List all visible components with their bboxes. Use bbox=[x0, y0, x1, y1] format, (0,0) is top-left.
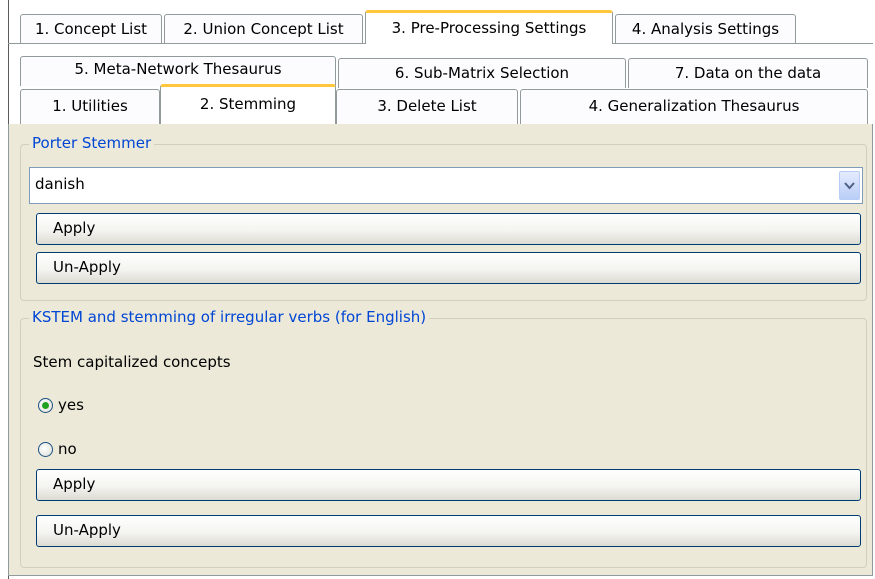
radio-checked-icon bbox=[38, 397, 53, 413]
tab-delete-list[interactable]: 3. Delete List bbox=[336, 89, 518, 124]
tab-pre-processing-settings[interactable]: 3. Pre-Processing Settings bbox=[365, 10, 613, 44]
tab-stemming[interactable]: 2. Stemming bbox=[160, 84, 336, 125]
kstem-title: KSTEM and stemming of irregular verbs (f… bbox=[29, 308, 430, 326]
chevron-down-icon[interactable] bbox=[839, 171, 860, 200]
stem-capitalized-label: Stem capitalized concepts bbox=[33, 353, 231, 371]
tab-meta-network-thesaurus[interactable]: 5. Meta-Network Thesaurus bbox=[20, 56, 336, 86]
radio-yes-label: yes bbox=[58, 396, 84, 414]
kstem-apply-button[interactable]: Apply bbox=[36, 469, 861, 501]
tab-data-on-the-data[interactable]: 7. Data on the data bbox=[628, 58, 868, 88]
radio-yes[interactable]: yes bbox=[38, 396, 84, 414]
radio-no[interactable]: no bbox=[38, 440, 77, 458]
stemming-panel: Porter Stemmer danish Apply Un-Apply KST… bbox=[8, 124, 873, 576]
language-select-value: danish bbox=[35, 175, 85, 193]
porter-apply-button[interactable]: Apply bbox=[36, 213, 861, 245]
tab-utilities[interactable]: 1. Utilities bbox=[20, 89, 160, 124]
porter-unapply-button[interactable]: Un-Apply bbox=[36, 252, 861, 284]
radio-no-label: no bbox=[58, 440, 77, 458]
radio-dot-icon bbox=[42, 401, 49, 409]
tab-concept-list[interactable]: 1. Concept List bbox=[20, 14, 162, 43]
porter-stemmer-title: Porter Stemmer bbox=[29, 134, 155, 152]
tab-union-concept-list[interactable]: 2. Union Concept List bbox=[164, 14, 363, 43]
tab-analysis-settings[interactable]: 4. Analysis Settings bbox=[615, 14, 796, 43]
tab-generalization-thesaurus[interactable]: 4. Generalization Thesaurus bbox=[520, 89, 868, 124]
language-select[interactable]: danish bbox=[29, 167, 863, 204]
radio-unchecked-icon bbox=[38, 441, 53, 457]
kstem-unapply-button[interactable]: Un-Apply bbox=[36, 515, 861, 547]
tab-sub-matrix-selection[interactable]: 6. Sub-Matrix Selection bbox=[338, 58, 626, 88]
